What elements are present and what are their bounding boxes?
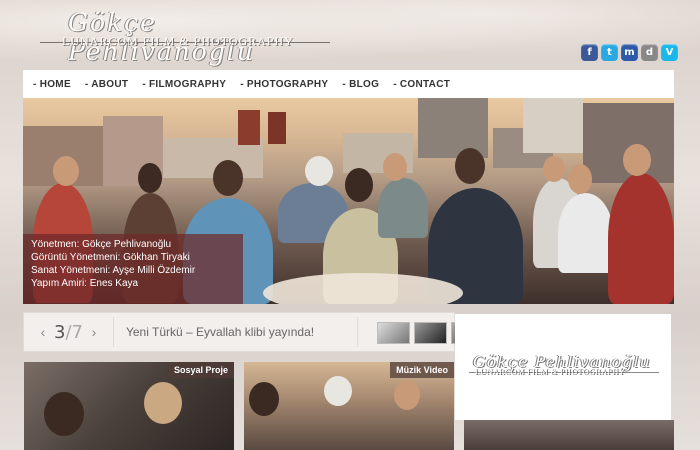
main-nav: - HOME - ABOUT - FILMOGRAPHY - PHOTOGRAP… [23, 70, 674, 98]
slide-counter: 3/7 [54, 322, 83, 343]
logo-preview-box: Gökçe Pehlivanoğlu LUNARCOM FILM & PHOTO… [455, 314, 671, 420]
project-card[interactable] [464, 420, 674, 450]
logo-subtitle: LUNARCOM FILM & PHOTOGRAPHY [62, 34, 294, 48]
slide-thumbnail[interactable] [377, 322, 410, 344]
social-links: f t m d V [581, 44, 678, 61]
slide-caption-link[interactable]: Yeni Türkü – Eyvallah klibi yayında! [126, 325, 314, 339]
next-slide-icon[interactable]: › [87, 324, 101, 340]
logo-subtitle: LUNARCOM FILM & PHOTOGRAPHY [475, 367, 626, 376]
credit-cinematographer: Görüntü Yönetmeni: Gökhan Tiryaki [31, 252, 190, 263]
project-card[interactable]: Sosyal Proje [24, 362, 234, 450]
card-category-label: Sosyal Proje [167, 362, 234, 378]
nav-blog[interactable]: - BLOG [342, 79, 379, 90]
site-logo[interactable]: Gökçe Pehlivanoğlu LUNARCOM FILM & PHOTO… [40, 8, 340, 66]
credit-art-director: Sanat Yönetmeni: Ayşe Milli Özdemir [31, 265, 196, 276]
card-category-label: Müzik Video [390, 362, 454, 378]
credit-production-manager: Yapım Amiri: Enes Kaya [31, 278, 139, 289]
slide-current: 3 [54, 321, 66, 343]
delicious-icon[interactable]: d [641, 44, 658, 61]
hero-slide-image[interactable]: Yönetmen: Gökçe Pehlivanoğlu Görüntü Yön… [23, 98, 674, 304]
nav-contact[interactable]: - CONTACT [393, 79, 450, 90]
credits-overlay: Yönetmen: Gökçe Pehlivanoğlu Görüntü Yön… [23, 234, 243, 304]
prev-slide-icon[interactable]: ‹ [36, 324, 50, 340]
vimeo-icon[interactable]: V [661, 44, 678, 61]
project-card[interactable]: Müzik Video [244, 362, 454, 450]
divider [357, 317, 358, 347]
facebook-icon[interactable]: f [581, 44, 598, 61]
nav-about[interactable]: - ABOUT [85, 79, 128, 90]
nav-photography[interactable]: - PHOTOGRAPHY [240, 79, 328, 90]
credit-director: Yönetmen: Gökçe Pehlivanoğlu [31, 239, 172, 250]
twitter-icon[interactable]: t [601, 44, 618, 61]
myspace-icon[interactable]: m [621, 44, 638, 61]
nav-filmography[interactable]: - FILMOGRAPHY [142, 79, 226, 90]
slide-total: /7 [65, 321, 83, 343]
slide-thumbnail[interactable] [414, 322, 447, 344]
nav-home[interactable]: - HOME [33, 79, 71, 90]
divider [112, 317, 114, 347]
